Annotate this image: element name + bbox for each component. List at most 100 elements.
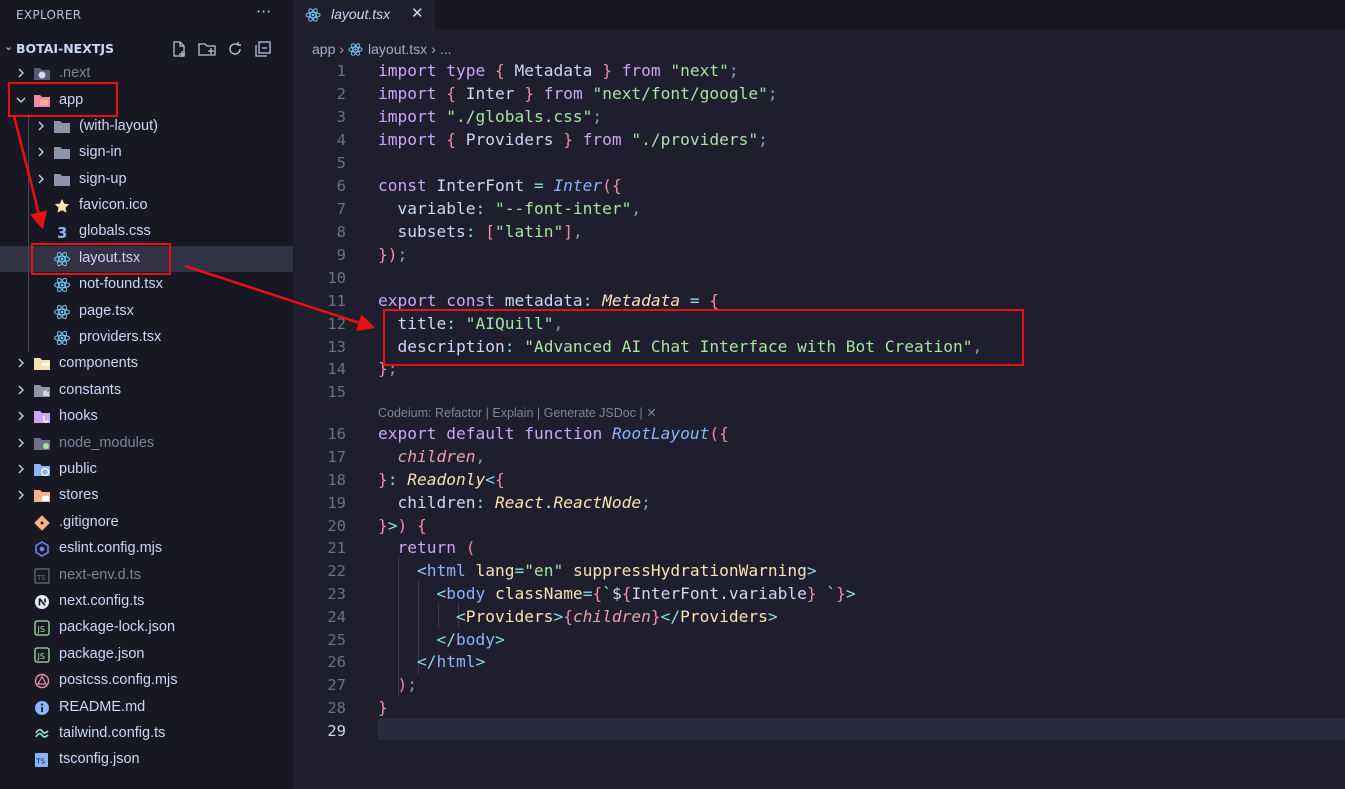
tree-item-package-lock-json[interactable]: JS package-lock.json [0,615,293,641]
line-number: 12 [327,315,346,333]
tree-item-postcss-config-mjs[interactable]: postcss.config.mjs [0,668,293,694]
tree-item-page-tsx[interactable]: page.tsx [0,299,293,325]
refresh-icon[interactable] [226,40,244,58]
chevron-right-icon[interactable] [34,172,48,186]
tree-item-package-json[interactable]: JS package.json [0,642,293,668]
line-number: 2 [336,85,346,103]
tree-item-providers-tsx[interactable]: providers.tsx [0,325,293,351]
components-folder-icon [33,356,51,372]
explorer-title: EXPLORER [16,8,82,22]
tree-item-sign-up[interactable]: sign-up [0,167,293,193]
line-number: 25 [327,631,346,649]
project-name: BOTAI-NEXTJS [16,41,115,56]
code-line: children: React.ReactNode; [378,493,651,512]
react-icon [348,43,363,56]
code-line: <html lang="en" suppressHydrationWarning… [416,561,817,580]
tree-item-label: next.config.ts [59,593,145,609]
chevron-right-icon[interactable] [14,66,28,80]
collapse-all-icon[interactable] [254,40,272,58]
tree-item-public[interactable]: public [0,457,293,483]
chevron-right-icon[interactable] [14,383,28,397]
node-folder-icon [33,436,51,452]
chevron-right-icon[interactable] [14,488,28,502]
tree-item-tsconfig-json[interactable]: TS tsconfig.json [0,747,293,773]
line-number: 22 [327,562,346,580]
code-line: export default function RootLayout({ [378,424,729,443]
breadcrumb-more[interactable]: ... [440,41,452,57]
tree-item-globals-css[interactable]: 3 globals.css [0,219,293,245]
svg-text:TS: TS [36,574,46,582]
chevron-right-icon: › [431,41,436,58]
eslint-icon [33,541,51,557]
line-number: 16 [327,425,346,443]
line-number: 17 [327,448,346,466]
close-icon[interactable]: ✕ [411,4,424,22]
svg-text:JS: JS [37,652,45,661]
breadcrumb-file[interactable]: layout.tsx [368,41,427,57]
tree-item-stores[interactable]: stores [0,483,293,509]
tree-item-next-config-ts[interactable]: next.config.ts [0,589,293,615]
svg-text:TS: TS [35,758,45,766]
codeium-codelens[interactable]: Codeium: Refactor | Explain | Generate J… [378,405,657,420]
chevron-right-icon[interactable] [14,409,28,423]
public-folder-icon [33,462,51,478]
more-actions-icon[interactable]: ··· [256,2,271,21]
code-line: variable: "--font-inter", [378,199,642,218]
tree-item-label: page.tsx [79,303,134,319]
tree-item-favicon-ico[interactable]: favicon.ico [0,193,293,219]
tree-item-label: stores [59,487,99,503]
svg-text:3: 3 [57,224,67,240]
tree-item-label: globals.css [79,223,151,239]
tree-item-eslint-config-mjs[interactable]: eslint.config.mjs [0,536,293,562]
tree-item-node-modules[interactable]: node_modules [0,431,293,457]
code-line: children, [397,447,486,466]
chevron-right-icon[interactable] [14,356,28,370]
tree-item-next-env-d-ts[interactable]: TS next-env.d.ts [0,563,293,589]
tree-item-label: tailwind.config.ts [59,725,166,741]
npm-icon: JS [33,620,51,636]
breadcrumb-folder[interactable]: app [312,41,335,57]
line-number: 20 [327,517,346,535]
annotation-box-app [8,82,118,117]
ts-icon: TS [33,568,51,584]
tree-item-with-layout[interactable]: (with-layout) [0,114,293,140]
line-number: 1 [336,62,346,80]
react-icon [53,330,71,346]
code-line: import { Providers } from "./providers"; [378,130,768,149]
line-number: 19 [327,494,346,512]
line-number: 21 [327,539,346,557]
tree-item-readme-md[interactable]: README.md [0,695,293,721]
chevron-right-icon[interactable] [34,145,48,159]
tree-item-sign-in[interactable]: sign-in [0,140,293,166]
info-icon [33,700,51,716]
code-line: import { Inter } from "next/font/google"… [378,84,778,103]
tab-layout-tsx[interactable]: layout.tsx ✕ [293,0,435,30]
chevron-right-icon[interactable] [14,436,28,450]
line-number: 6 [336,177,346,195]
tree-item-components[interactable]: components [0,351,293,377]
npm-icon: JS [33,647,51,663]
line-number: 28 [327,699,346,717]
tab-bar: layout.tsx ✕ [293,0,1345,30]
tree-item-constants[interactable]: constants [0,378,293,404]
tree-item-hooks[interactable]: hooks [0,404,293,430]
postcss-icon [33,673,51,689]
code-line: export const metadata: Metadata = { [378,291,720,310]
explorer-sidebar: EXPLORER ··· ⌄ BOTAI-NEXTJS .next app (wit… [0,0,293,789]
tree-item-tailwind-config-ts[interactable]: tailwind.config.ts [0,721,293,747]
tree-item-label: constants [59,382,122,398]
chevron-right-icon[interactable] [14,462,28,476]
new-file-icon[interactable] [170,40,188,58]
chevron-down-icon[interactable]: ⌄ [4,40,13,53]
tree-item-label: tsconfig.json [59,751,140,767]
tree-item-not-found-tsx[interactable]: not-found.tsx [0,272,293,298]
tree-item-gitignore[interactable]: .gitignore [0,510,293,536]
new-folder-icon[interactable] [198,40,216,58]
git-icon [33,515,51,531]
tree-item-label: sign-up [79,171,127,187]
chevron-right-icon[interactable] [34,119,48,133]
line-number: 3 [336,108,346,126]
line-number: 27 [327,676,346,694]
react-icon [305,8,321,22]
hooks-folder-icon [33,409,51,425]
